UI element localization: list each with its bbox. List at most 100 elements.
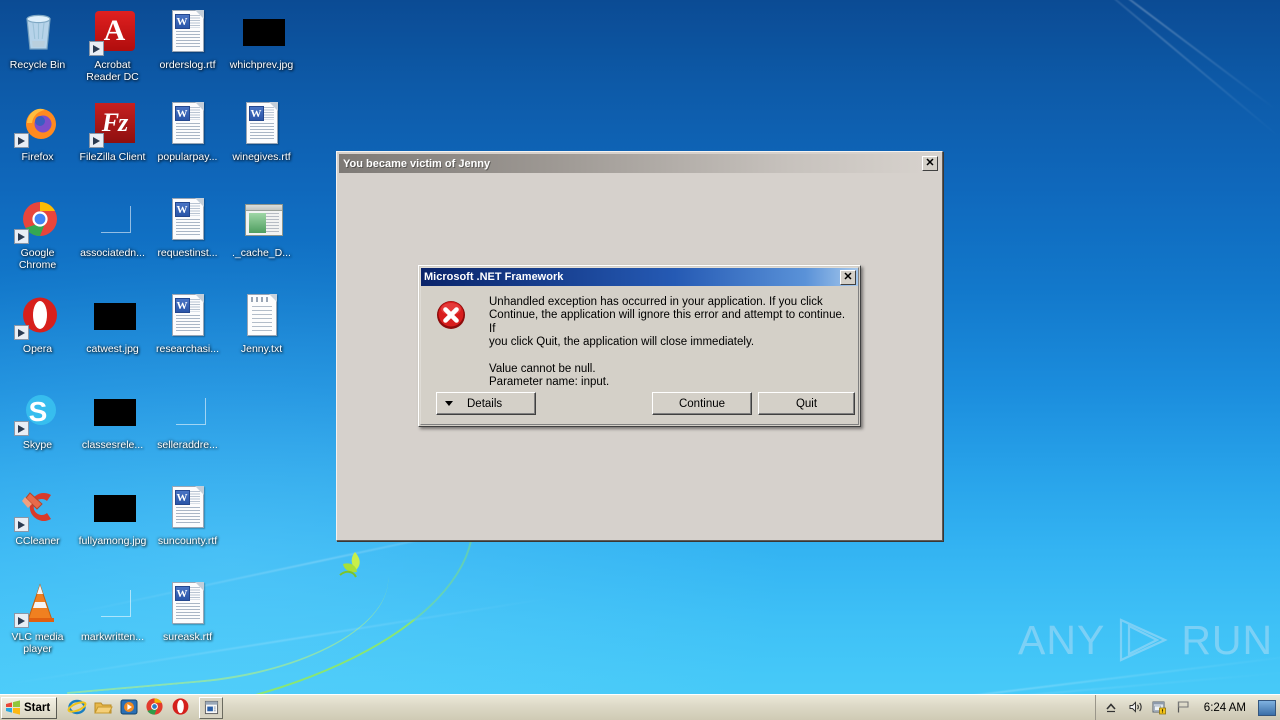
taskbar-clock[interactable]: 6:24 AM <box>1200 702 1250 714</box>
desktop-icon-label: whichprev.jpg <box>229 59 294 71</box>
word-logo-glyph: W <box>174 586 190 601</box>
desktop-icon-label: markwritten... <box>80 631 144 643</box>
taskbar[interactable]: Start 6:24 AM <box>0 694 1280 720</box>
word-document-icon: W <box>171 10 204 52</box>
desktop-icon[interactable]: ._cache_D... <box>224 196 299 259</box>
word-logo-glyph: W <box>174 202 190 217</box>
desktop-icon[interactable]: CCleaner <box>0 484 75 547</box>
desktop-icon[interactable]: Jenny.txt <box>224 292 299 355</box>
net-dialog-close-button[interactable]: ✕ <box>840 269 856 285</box>
desktop-icon-label: catwest.jpg <box>86 343 139 355</box>
desktop-icon-label: Jenny.txt <box>240 343 283 355</box>
internet-explorer-icon[interactable] <box>67 697 89 719</box>
continue-button-label: Continue <box>678 397 726 410</box>
desktop-icon[interactable]: Wpopularpay... <box>150 100 225 163</box>
quit-button[interactable]: Quit <box>758 392 855 415</box>
desktop-icon[interactable]: Fz FileZilla Client <box>75 100 150 163</box>
desktop-icon[interactable]: whichprev.jpg <box>224 8 299 71</box>
desktop-icon[interactable]: associatedn... <box>75 196 150 259</box>
window-list-rows <box>265 213 279 233</box>
desktop-icon[interactable]: Firefox <box>0 100 75 163</box>
desktop-icon-label: Firefox <box>21 151 54 163</box>
desktop-icon-art: A <box>88 8 137 56</box>
desktop-icon[interactable]: Wsureask.rtf <box>150 580 225 643</box>
taskbar-item-jenny[interactable] <box>199 696 223 719</box>
desktop-icon[interactable]: markwritten... <box>75 580 150 643</box>
desktop-icon[interactable]: Recycle Bin <box>0 8 75 71</box>
shortcut-arrow-icon <box>13 133 29 148</box>
doc-detail-lines <box>189 299 200 312</box>
show-hidden-icons-icon[interactable] <box>1104 700 1120 716</box>
victim-window-titlebar[interactable]: You became victim of Jenny ✕ <box>339 154 940 173</box>
action-center-icon[interactable] <box>1152 700 1168 716</box>
desktop-icon[interactable]: Wrequestinst... <box>150 196 225 259</box>
desktop-icon-art <box>89 580 137 628</box>
desktop-icon[interactable]: S Skype <box>0 388 75 451</box>
message-line: Unhandled exception has occurred in your… <box>489 296 823 308</box>
wallpaper-light-ray <box>1012 0 1278 112</box>
desktop-icon[interactable]: classesrele... <box>75 388 150 451</box>
desktop-icon-label: Acrobat Reader DC <box>86 59 139 83</box>
word-document-icon: W <box>171 198 204 240</box>
exception-line: Parameter name: input. <box>489 376 610 389</box>
svg-text:S: S <box>28 396 47 427</box>
desktop-icon-art <box>14 8 62 56</box>
desktop-icon-label: sureask.rtf <box>162 631 212 643</box>
doc-detail-lines <box>189 491 200 504</box>
desktop-icon[interactable]: Google Chrome <box>0 196 75 271</box>
shortcut-arrow-icon <box>13 517 29 532</box>
watermark-right-text: RUN <box>1181 616 1274 663</box>
desktop-icon-label: Skype <box>22 439 53 451</box>
windows-explorer-icon[interactable] <box>93 697 115 719</box>
desktop-icon[interactable]: catwest.jpg <box>75 292 150 355</box>
chrome-icon[interactable] <box>145 697 167 719</box>
network-icon[interactable] <box>1176 700 1192 716</box>
net-dialog-titlebar[interactable]: Microsoft .NET Framework ✕ <box>421 268 858 286</box>
desktop-icon-art <box>89 292 137 340</box>
desktop-icon-art <box>238 292 286 340</box>
desktop-icon-art: W <box>238 100 286 148</box>
desktop-icon-label: orderslog.rtf <box>159 59 216 71</box>
desktop-icon-label: winegives.rtf <box>232 151 291 163</box>
close-icon: ✕ <box>843 270 853 283</box>
desktop-icon[interactable]: selleraddre... <box>150 388 225 451</box>
word-document-icon: W <box>171 294 204 336</box>
desktop-icon[interactable]: Wresearchasi... <box>150 292 225 355</box>
shortcut-arrow-icon <box>13 421 29 436</box>
details-button[interactable]: Details <box>436 392 536 415</box>
desktop[interactable]: Recycle Bin A Acrobat Reader DC Worderslog.… <box>0 0 1280 720</box>
desktop-icon-art <box>13 484 62 532</box>
desktop-icon[interactable]: Worderslog.rtf <box>150 8 225 71</box>
desktop-icon-art: Fz <box>88 100 137 148</box>
volume-icon[interactable] <box>1128 700 1144 716</box>
shortcut-arrow-icon <box>13 229 29 244</box>
opera-icon[interactable] <box>171 697 193 719</box>
desktop-icon-art <box>13 196 62 244</box>
message-line: you click Quit, the application will clo… <box>489 336 755 349</box>
show-desktop-button[interactable] <box>1258 699 1276 716</box>
desktop-icon-art <box>13 100 62 148</box>
start-button[interactable]: Start <box>1 696 57 719</box>
net-framework-dialog[interactable]: Microsoft .NET Framework ✕ Unhandled exc… <box>418 265 861 427</box>
doc-detail-lines <box>189 587 200 600</box>
desktop-icon[interactable]: Wwinegives.rtf <box>224 100 299 163</box>
media-player-icon[interactable] <box>119 697 141 719</box>
continue-button[interactable]: Continue <box>652 392 752 415</box>
shortcut-arrow-icon <box>88 41 104 56</box>
desktop-icon[interactable]: fullyamong.jpg <box>75 484 150 547</box>
image-thumbnail-icon <box>93 303 136 330</box>
doc-text-lines <box>175 315 200 332</box>
victim-window-close-button[interactable]: ✕ <box>922 156 938 171</box>
desktop-icon[interactable]: VLC media player <box>0 580 75 655</box>
desktop-icon-label: fullyamong.jpg <box>78 535 147 547</box>
wallpaper-leaf-icon <box>339 552 360 578</box>
quit-button-label: Quit <box>795 397 818 410</box>
desktop-icon[interactable]: Opera <box>0 292 75 355</box>
desktop-icon[interactable]: Wsuncounty.rtf <box>150 484 225 547</box>
desktop-icon[interactable]: A Acrobat Reader DC <box>75 8 150 83</box>
doc-text-lines <box>175 603 200 620</box>
desktop-icon-art <box>13 292 62 340</box>
blank-file-icon <box>100 206 131 233</box>
net-dialog-message: Unhandled exception has occurred in your… <box>489 296 850 389</box>
